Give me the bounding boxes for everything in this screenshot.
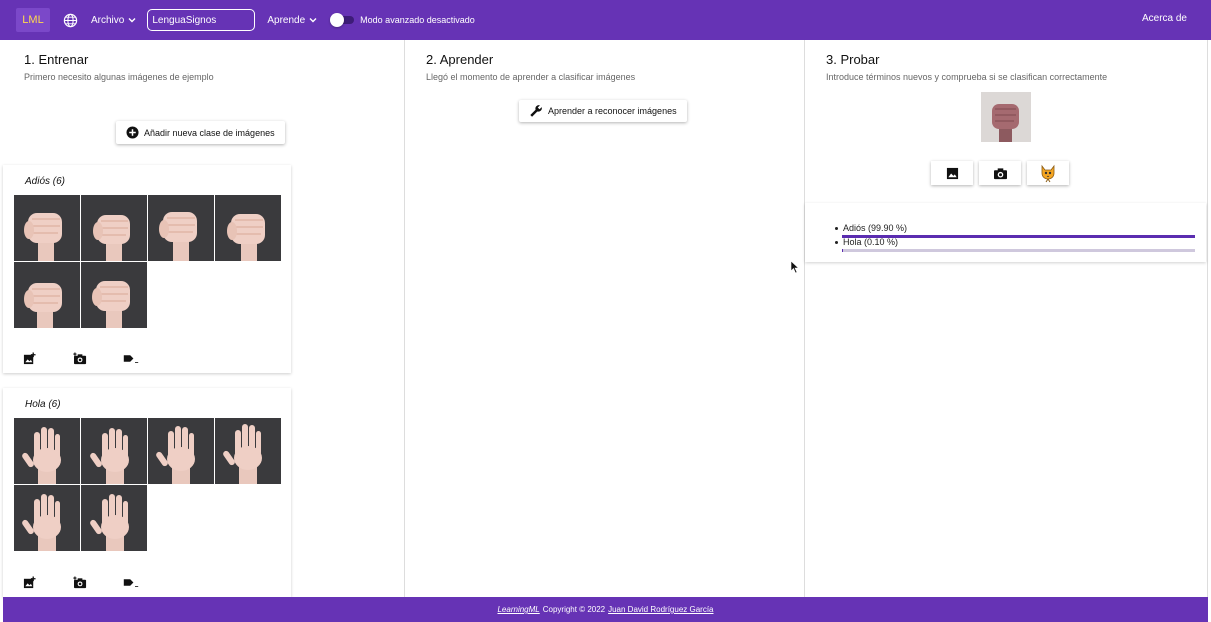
result-label: Hola (0.10 %) [843,237,899,247]
learn-button[interactable]: Aprender a reconocer imágenes [519,100,687,122]
training-image[interactable] [81,485,147,551]
add-photo-camera-icon[interactable] [73,351,89,365]
test-title: 3. Probar [826,52,880,67]
training-image[interactable] [81,262,147,328]
image-icon [946,167,958,179]
class-actions [23,575,139,589]
learn-title: 2. Aprender [426,52,494,67]
train-subtitle: Primero necesito algunas imágenes de eje… [24,72,214,82]
classification-results: Adiós (99.90 %) Hola (0.10 %) [805,203,1206,262]
add-photo-camera-icon[interactable] [73,575,89,589]
label-remove-icon[interactable] [123,575,139,589]
test-input-buttons [931,161,1069,185]
learn-menu-button[interactable]: Aprende [267,15,318,26]
author-link[interactable]: Juan David Rodríguez García [608,605,713,614]
class-title: Adiós (6) [25,176,66,187]
training-image[interactable] [14,262,80,328]
language-globe-icon[interactable] [63,12,79,28]
class-actions [23,351,139,365]
chevron-down-icon [309,18,317,23]
training-image[interactable] [14,195,80,261]
result-row: Adiós (99.90 %) [835,223,907,233]
training-image[interactable] [81,418,147,484]
learn-panel: 2. Aprender Llegó el momento de aprender… [404,40,805,597]
add-class-label: Añadir nueva clase de imágenes [144,127,275,138]
scratch-cat-icon [1041,164,1055,183]
add-image-icon[interactable] [23,351,39,365]
result-label: Adiós (99.90 %) [843,223,908,233]
chevron-down-icon [128,18,136,23]
mouse-cursor-icon [790,260,800,274]
top-app-bar: LML Archivo Aprende Modo avanzado desact… [0,0,1211,40]
learn-subtitle: Llegó el momento de aprender a clasifica… [426,72,636,82]
test-image-preview [981,92,1031,142]
project-name-input[interactable] [147,9,256,31]
image-grid [14,195,282,328]
camera-button[interactable] [979,161,1021,185]
file-menu-label: Archivo [91,14,125,26]
brand-link[interactable]: LearningML [497,605,539,614]
class-title: Hola (6) [25,399,61,410]
class-card-hola: Hola (6) [3,388,291,597]
training-image[interactable] [148,195,214,261]
upload-image-button[interactable] [931,161,973,185]
result-row: Hola (0.10 %) [835,237,898,247]
train-title: 1. Entrenar [24,52,89,67]
result-bar [842,249,1195,252]
about-link[interactable]: Acerca de [1142,13,1187,24]
copyright-text: Copyright © 2022 [542,605,606,614]
add-circle-icon [126,126,139,139]
label-remove-icon[interactable] [123,351,139,365]
test-subtitle: Introduce términos nuevos y comprueba si… [826,72,1108,82]
training-image[interactable] [215,195,281,261]
file-menu-button[interactable]: Archivo [91,15,137,26]
training-image[interactable] [14,418,80,484]
advanced-mode-toggle[interactable] [330,13,355,27]
image-grid [14,418,282,551]
app-logo[interactable]: LML [16,8,50,32]
camera-icon [993,167,1007,179]
training-image[interactable] [14,485,80,551]
class-card-adios: Adiós (6) [3,165,291,373]
add-image-icon[interactable] [23,575,39,589]
training-image[interactable] [148,418,214,484]
train-panel: 1. Entrenar Primero necesito algunas imá… [3,40,404,597]
scratch-button[interactable] [1027,161,1069,185]
advanced-mode-label: Modo avanzado desactivado [360,15,475,25]
learn-button-label: Aprender a reconocer imágenes [548,106,677,116]
wrench-icon [530,105,542,117]
training-image[interactable] [215,418,281,484]
add-class-button[interactable]: Añadir nueva clase de imágenes [116,121,285,144]
test-panel: 3. Probar Introduce términos nuevos y co… [805,40,1208,597]
training-image[interactable] [81,195,147,261]
footer: LearningML Copyright © 2022 Juan David R… [3,597,1208,622]
learn-menu-label: Aprende [267,14,306,26]
